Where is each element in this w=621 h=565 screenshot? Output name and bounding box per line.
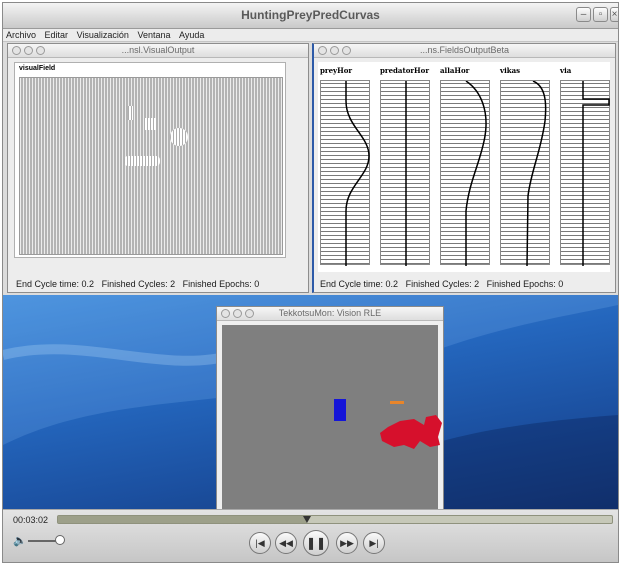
menu-visualizacion[interactable]: Visualización: [74, 29, 132, 41]
fields-output-status: End Cycle time: 0.2 Finished Cycles: 2 F…: [320, 279, 563, 289]
menu-bar: Archivo Editar Visualización Ventana Ayu…: [3, 29, 618, 42]
field-plot: [380, 80, 430, 266]
fields-output-window: ...ns.FieldsOutputBeta preyHor predatorH…: [312, 43, 616, 293]
visual-field-panel: visualField: [14, 62, 286, 258]
visual-field-blob: [144, 118, 156, 130]
visual-output-title: ...nsl.VisualOutput: [121, 45, 195, 55]
maximize-button[interactable]: ▫: [593, 7, 608, 22]
title-bar[interactable]: HuntingPreyPredCurvas – ▫ ×: [3, 3, 618, 29]
field-column-predatorhor: predatorHor: [380, 66, 436, 266]
fields-output-titlebar[interactable]: ...ns.FieldsOutputBeta: [314, 44, 615, 58]
pause-button[interactable]: ❚❚: [303, 530, 329, 556]
volume-icon[interactable]: 🔈: [13, 534, 27, 547]
window-close-dot[interactable]: [12, 46, 21, 55]
field-column-via: via: [560, 66, 616, 266]
finished-cycles-label: Finished Cycles:: [101, 279, 168, 289]
skip-back-icon: |◀: [255, 537, 265, 548]
minimize-button[interactable]: –: [576, 7, 591, 22]
volume-knob[interactable]: [55, 535, 65, 545]
skip-forward-button[interactable]: ▶|: [363, 532, 385, 554]
field-label: vikas: [500, 66, 521, 75]
visual-field-blob: [124, 156, 160, 166]
menu-editar[interactable]: Editar: [42, 29, 72, 41]
finished-cycles-value: 2: [170, 279, 176, 289]
fields-output-panel: preyHor predatorHor allaHor vikas via: [318, 62, 610, 272]
red-target-blob: [380, 415, 442, 449]
visual-field-grid: [19, 77, 283, 255]
field-plot: [500, 80, 550, 266]
field-curve: [526, 81, 547, 266]
window-minimize-dot[interactable]: [24, 46, 33, 55]
field-plot: [440, 80, 490, 266]
field-curve: [465, 81, 487, 266]
vision-rle-title: TekkotsuMon: Vision RLE: [278, 308, 382, 318]
end-cycle-time-value: 0.2: [81, 279, 95, 289]
volume-slider[interactable]: [28, 540, 58, 542]
playhead-marker[interactable]: [303, 516, 312, 523]
field-label: predatorHor: [380, 66, 430, 75]
end-cycle-time-label: End Cycle time:: [16, 279, 80, 289]
rewind-icon: ◀◀: [279, 537, 293, 548]
visual-field-blob: [128, 106, 133, 120]
end-cycle-time-label: End Cycle time:: [320, 279, 384, 289]
end-cycle-time-value: 0.2: [385, 279, 399, 289]
field-label: preyHor: [320, 66, 353, 75]
window-close-dot[interactable]: [318, 46, 327, 55]
finished-epochs-label: Finished Epochs:: [486, 279, 556, 289]
field-plot: [320, 80, 370, 266]
rewind-button[interactable]: ◀◀: [275, 532, 297, 554]
field-label: via: [560, 66, 572, 75]
finished-epochs-value: 0: [254, 279, 260, 289]
timeline-scrubber[interactable]: [57, 515, 613, 524]
field-column-preyhor: preyHor: [320, 66, 376, 266]
visual-field-blob: [170, 128, 188, 146]
field-column-allahor: allaHor: [440, 66, 496, 266]
window-zoom-dot[interactable]: [36, 46, 45, 55]
finished-cycles-label: Finished Cycles:: [405, 279, 472, 289]
vision-rle-canvas: [222, 325, 442, 511]
fast-forward-icon: ▶▶: [340, 537, 354, 548]
pause-icon: ❚❚: [305, 536, 327, 550]
field-column-vikas: vikas: [500, 66, 556, 266]
orange-target-blob: [390, 401, 404, 404]
finished-epochs-value: 0: [558, 279, 564, 289]
window-minimize-dot[interactable]: [330, 46, 339, 55]
close-button[interactable]: ×: [610, 7, 618, 22]
menu-ayuda[interactable]: Ayuda: [176, 29, 207, 41]
window-zoom-dot[interactable]: [342, 46, 351, 55]
window-zoom-dot[interactable]: [245, 309, 254, 318]
blue-target-blob: [334, 399, 346, 421]
window-close-dot[interactable]: [221, 309, 230, 318]
vision-rle-titlebar[interactable]: TekkotsuMon: Vision RLE: [217, 307, 443, 321]
skip-forward-icon: ▶|: [369, 537, 379, 548]
fast-forward-button[interactable]: ▶▶: [336, 532, 358, 554]
visual-output-status: End Cycle time: 0.2 Finished Cycles: 2 F…: [16, 279, 259, 289]
window-minimize-dot[interactable]: [233, 309, 242, 318]
visual-field-label: visualField: [19, 65, 56, 72]
field-curve: [405, 81, 407, 266]
field-plot: [560, 80, 610, 266]
field-label: allaHor: [440, 66, 470, 75]
vision-rle-window: TekkotsuMon: Vision RLE: [216, 306, 444, 511]
fields-output-title: ...ns.FieldsOutputBeta: [419, 45, 510, 55]
app-window: HuntingPreyPredCurvas – ▫ × Archivo Edit…: [2, 2, 619, 563]
skip-back-button[interactable]: |◀: [249, 532, 271, 554]
time-display: 00:03:02: [13, 515, 49, 525]
field-curve: [582, 81, 610, 266]
app-title: HuntingPreyPredCurvas: [241, 8, 380, 22]
visual-output-window: ...nsl.VisualOutput visualField End Cycl…: [7, 43, 309, 293]
visual-output-titlebar[interactable]: ...nsl.VisualOutput: [8, 44, 308, 58]
player-controls: 00:03:02 🔈 |◀ ◀◀ ❚❚ ▶▶ ▶|: [3, 509, 618, 562]
menu-ventana[interactable]: Ventana: [134, 29, 173, 41]
field-curve: [345, 81, 370, 266]
finished-cycles-value: 2: [474, 279, 480, 289]
menu-archivo[interactable]: Archivo: [3, 29, 39, 41]
finished-epochs-label: Finished Epochs:: [182, 279, 252, 289]
timeline-progress: [58, 516, 308, 523]
